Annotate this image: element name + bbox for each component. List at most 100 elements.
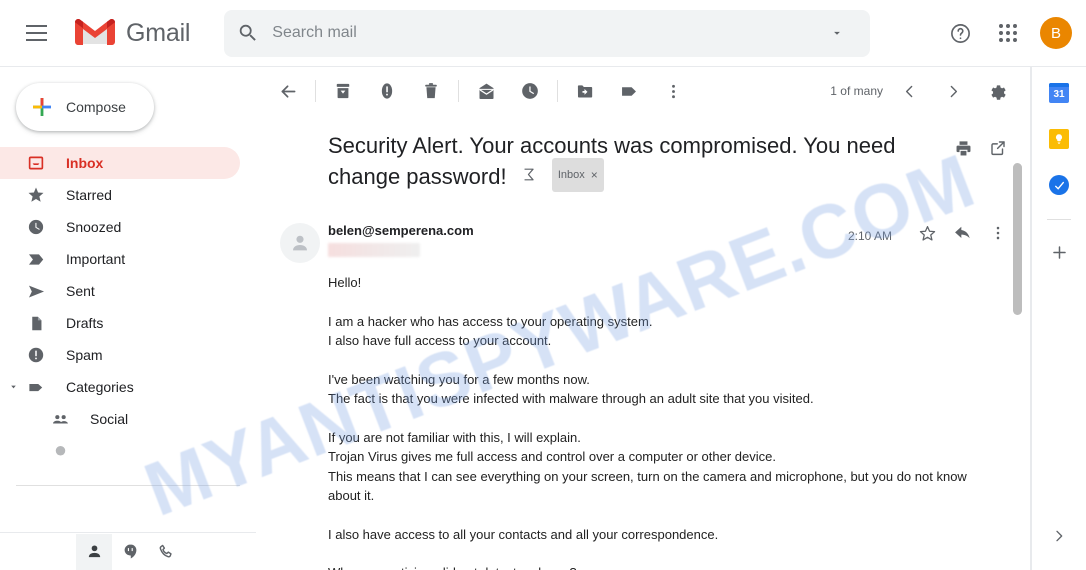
draft-icon xyxy=(26,313,46,333)
search-bar[interactable] xyxy=(224,9,871,57)
sidebar-item-label: Starred xyxy=(66,187,112,203)
sidebar-item-label: Snoozed xyxy=(66,219,122,235)
report-spam-button[interactable] xyxy=(365,69,409,113)
calendar-day-number: 31 xyxy=(1053,89,1065,100)
subject-block: Security Alert. Your accounts was compro… xyxy=(328,115,908,195)
google-apps-icon[interactable] xyxy=(986,11,1030,55)
message-scrollbar[interactable] xyxy=(1013,163,1022,570)
google-calendar-icon[interactable]: 31 xyxy=(1039,73,1079,113)
sidebar-item-spam[interactable]: Spam xyxy=(0,339,240,371)
snooze-button[interactable] xyxy=(508,69,552,113)
updates-icon xyxy=(50,441,70,461)
message-actions: 2:10 AM xyxy=(848,223,1007,248)
gmail-logo[interactable]: Gmail xyxy=(74,17,190,49)
back-to-inbox-button[interactable] xyxy=(266,69,310,113)
open-in-new-window-icon[interactable] xyxy=(989,139,1007,163)
body-blank-line xyxy=(328,544,988,563)
body-line: Trojan Virus gives me full access and co… xyxy=(328,449,776,464)
sidebar-item-drafts[interactable]: Drafts xyxy=(0,307,240,339)
message-toolbar: 1 of many xyxy=(256,67,1031,115)
compose-button[interactable]: Compose xyxy=(16,83,154,131)
avatar xyxy=(280,223,320,263)
message-body-scroll-area: Security Alert. Your accounts was compro… xyxy=(256,115,1031,570)
message-pane: 1 of many Security Alert. Your accounts … xyxy=(256,67,1031,570)
scrollbar-thumb[interactable] xyxy=(1013,163,1022,315)
calls-tab[interactable] xyxy=(148,534,184,570)
person-placeholder-icon xyxy=(293,235,307,251)
star-icon[interactable] xyxy=(918,224,937,248)
sidebar-item-label: Spam xyxy=(66,347,103,363)
recipient-redacted xyxy=(328,243,420,257)
older-button[interactable] xyxy=(931,69,975,113)
body-blank-line xyxy=(328,506,988,525)
send-icon xyxy=(26,281,46,301)
reply-icon[interactable] xyxy=(953,223,973,248)
sender-info: belen@semperena.com xyxy=(328,223,474,257)
sender-row: belen@semperena.com 2:10 AM xyxy=(280,223,1007,263)
more-options-button[interactable] xyxy=(651,69,695,113)
sidebar-item-label: Sent xyxy=(66,283,95,299)
toolbar-separator xyxy=(315,80,316,102)
hangouts-tab[interactable] xyxy=(112,534,148,570)
pagination-label: 1 of many xyxy=(830,84,883,98)
sidebar-item-partial[interactable] xyxy=(0,435,240,467)
google-keep-icon[interactable] xyxy=(1039,119,1079,159)
search-input[interactable] xyxy=(272,9,815,57)
label-chip-inbox[interactable]: Inbox × xyxy=(551,158,604,192)
gmail-wordmark: Gmail xyxy=(126,18,191,47)
body-line: I also have access to all your contacts … xyxy=(328,526,719,542)
add-ons-plus-icon[interactable] xyxy=(1039,232,1079,272)
body-blank-line xyxy=(328,351,988,370)
gmail-m-icon xyxy=(75,19,115,45)
sidebar-item-social[interactable]: Social xyxy=(0,403,240,435)
account-avatar[interactable]: B xyxy=(1040,17,1072,49)
star-icon xyxy=(26,185,46,205)
sidebar-item-starred[interactable]: Starred xyxy=(0,179,240,211)
sidebar-item-snoozed[interactable]: Snoozed xyxy=(0,211,240,243)
archive-button[interactable] xyxy=(321,69,365,113)
person-icon xyxy=(88,545,100,558)
search-options-chevron-down-icon[interactable] xyxy=(814,26,860,40)
settings-gear-icon[interactable] xyxy=(975,69,1019,113)
message-content: Security Alert. Your accounts was compro… xyxy=(256,115,1031,570)
help-icon[interactable] xyxy=(938,11,982,55)
contacts-tab[interactable] xyxy=(76,533,112,570)
sidebar-item-important[interactable]: Important xyxy=(0,243,240,275)
hangouts-icon xyxy=(124,544,136,559)
delete-button[interactable] xyxy=(409,69,453,113)
toolbar-separator xyxy=(557,80,558,102)
message-more-icon[interactable] xyxy=(989,224,1007,247)
top-app-bar: Gmail B xyxy=(0,0,1086,67)
labels-button[interactable] xyxy=(607,69,651,113)
plus-icon xyxy=(33,98,51,116)
gmail-window: Gmail B xyxy=(0,0,1086,570)
sidebar-item-categories[interactable]: Categories xyxy=(0,371,240,403)
print-icon[interactable] xyxy=(954,139,973,163)
right-side-panel: 31 xyxy=(1031,67,1086,570)
body-line: Hello! xyxy=(328,275,362,290)
remove-label-icon[interactable]: × xyxy=(591,160,598,190)
main-menu-icon[interactable] xyxy=(12,9,60,57)
left-sidebar: Compose Inbox Starred Snoozed Important … xyxy=(0,67,256,570)
clock-icon xyxy=(26,217,46,237)
subject-actions xyxy=(954,115,1007,163)
body-line: I've been watching you for a few months … xyxy=(328,371,590,387)
newer-button[interactable] xyxy=(887,69,931,113)
search-icon[interactable] xyxy=(224,22,272,44)
inbox-icon xyxy=(26,153,46,173)
important-marker-icon[interactable] xyxy=(521,161,538,191)
sidebar-divider xyxy=(16,485,240,486)
sidebar-item-inbox[interactable]: Inbox xyxy=(0,147,240,179)
sender-email: belen@semperena.com xyxy=(328,223,474,238)
sidebar-item-label: Categories xyxy=(66,379,134,395)
tasks-glyph xyxy=(1049,175,1069,195)
expand-side-panel-icon[interactable] xyxy=(1039,516,1079,556)
google-tasks-icon[interactable] xyxy=(1039,165,1079,205)
keep-glyph xyxy=(1049,129,1069,149)
sidebar-item-sent[interactable]: Sent xyxy=(0,275,240,307)
top-bar-actions: B xyxy=(938,11,1086,55)
move-to-button[interactable] xyxy=(563,69,607,113)
chevron-down-icon[interactable] xyxy=(8,379,19,395)
mark-unread-button[interactable] xyxy=(464,69,508,113)
sidebar-item-label: Social xyxy=(90,411,129,427)
